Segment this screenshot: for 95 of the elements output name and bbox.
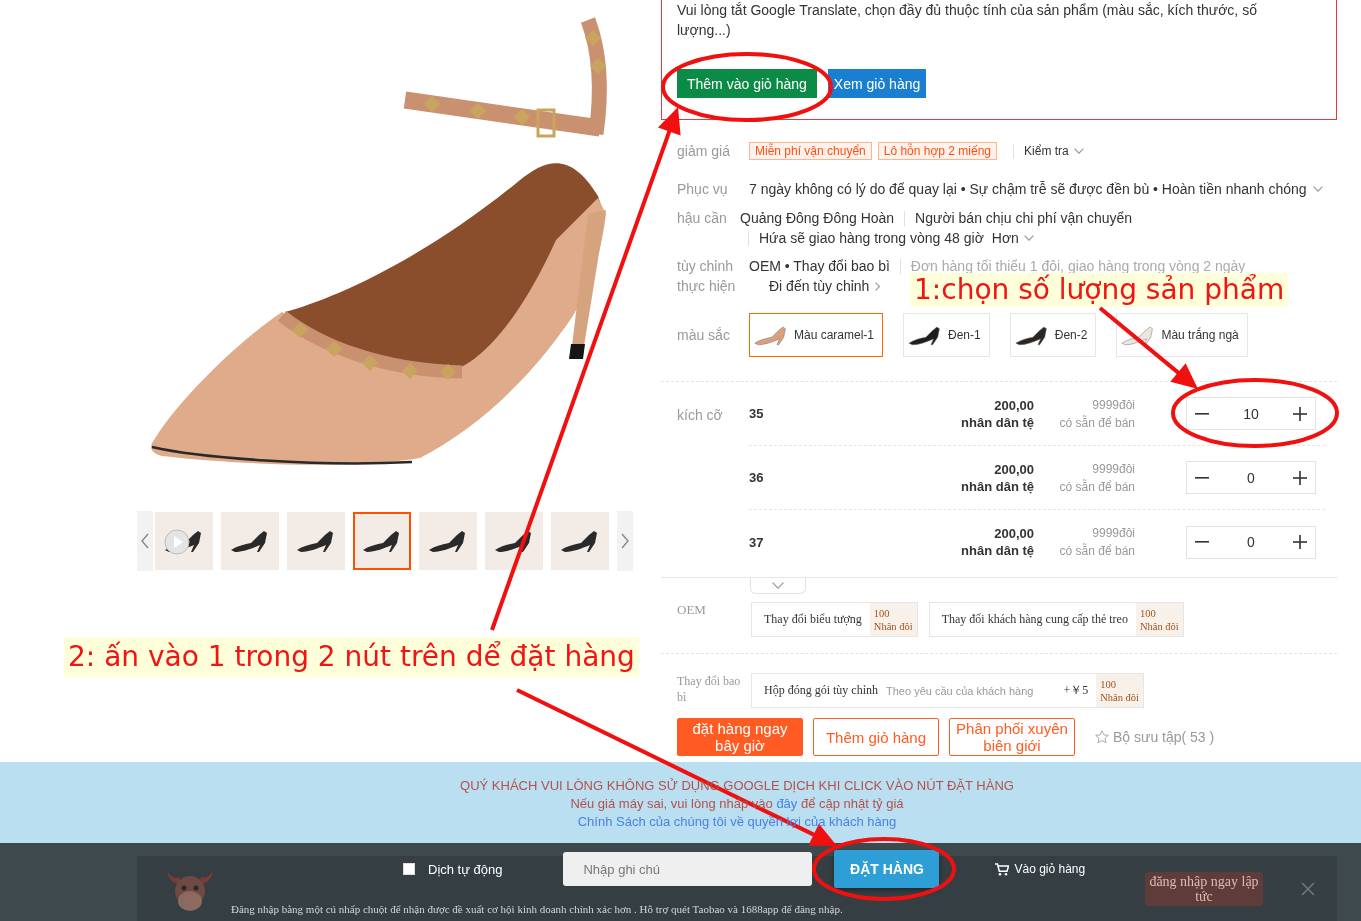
option-name: Thay đổi biểu tượng bbox=[763, 612, 863, 627]
login-message: Đăng nhập bằng một cú nhấp chuột để nhận được đề xuất cơ hội kinh doanh chính xác hơn . Hỗ trợ quét Taobao và 1688app để đăng nhập. bbox=[231, 902, 844, 917]
color-option[interactable]: Màu caramel-1 bbox=[749, 313, 884, 357]
chevron-down-icon bbox=[772, 582, 784, 589]
field-label: OEM bbox=[677, 602, 707, 619]
field-label: kích cỡ bbox=[677, 406, 724, 425]
thumbnail[interactable] bbox=[419, 512, 477, 570]
packaging-option[interactable]: Hộp đóng gói tùy chỉnh Theo yêu cầu của khách hàng +￥5 100 Nhân đôi bbox=[751, 673, 1144, 708]
chevron-down-icon bbox=[1312, 186, 1323, 192]
badge-unit: Nhân đôi bbox=[1100, 690, 1139, 704]
currency-text: nhân dân tệ bbox=[961, 477, 1034, 495]
badge-quantity: 100 bbox=[1100, 677, 1117, 691]
badge-quantity: 100 bbox=[1139, 606, 1157, 620]
plus-icon bbox=[1293, 470, 1307, 485]
minus-icon bbox=[1195, 476, 1209, 479]
thumbnail[interactable] bbox=[551, 512, 609, 570]
option-note: Theo yêu cầu của khách hàng bbox=[886, 684, 1034, 697]
size-value: 35 bbox=[749, 406, 765, 421]
badge-unit: Nhân đôi bbox=[873, 619, 913, 633]
currency-text: nhân dân tệ bbox=[961, 413, 1034, 431]
chevron-down-icon bbox=[1023, 235, 1034, 241]
customization-link[interactable]: Đi đến tùy chỉnh bbox=[769, 276, 881, 296]
view-cart-button[interactable]: Xem giỏ hàng bbox=[827, 69, 927, 98]
stock-note: có sẵn để bán bbox=[1059, 478, 1135, 496]
size-value: 37 bbox=[749, 534, 765, 550]
check-dropdown[interactable]: Kiểm tra bbox=[1024, 144, 1084, 158]
service-text: 7 ngày không có lý do để quay lại • Sự chậm trễ sẽ được đền bù • Hoàn tiền nhanh chóng bbox=[749, 180, 1307, 199]
auto-translate-checkbox[interactable] bbox=[403, 863, 415, 875]
shoe-icon bbox=[296, 529, 336, 553]
thumbnail[interactable] bbox=[221, 512, 279, 570]
thumbnail[interactable] bbox=[287, 512, 345, 570]
field-label: màu sắc bbox=[677, 326, 731, 345]
price-value: 200,00 bbox=[994, 396, 1034, 414]
thumbnail[interactable] bbox=[353, 512, 411, 570]
option-price: +￥5 bbox=[1063, 682, 1089, 699]
stock-note: có sẵn để bán bbox=[1059, 414, 1135, 432]
stock-count: 9999đôi bbox=[1092, 396, 1135, 414]
color-option[interactable]: Màu trắng ngà bbox=[1116, 313, 1248, 357]
shoe-icon bbox=[230, 529, 270, 553]
shipping-fee-text: Người bán chịu chi phí vận chuyển bbox=[915, 209, 1133, 228]
color-option[interactable]: Đen-2 bbox=[1009, 313, 1097, 357]
thumbnail[interactable] bbox=[485, 512, 543, 570]
annotation-note: 2: ấn vào 1 trong 2 nút trên dể đặt hàng bbox=[64, 637, 639, 677]
thumbnail[interactable] bbox=[155, 512, 213, 570]
promo-tag: Lô hỗn hợp 2 miếng bbox=[877, 142, 998, 160]
cart-icon bbox=[995, 862, 1010, 876]
quantity-stepper[interactable]: 0 bbox=[1186, 461, 1316, 494]
chevron-down-icon bbox=[1073, 148, 1084, 154]
delivery-promise-text: Hứa sẽ giao hàng trong vòng 48 giờ bbox=[759, 229, 984, 248]
size-value: 36 bbox=[749, 470, 765, 485]
shoe-icon bbox=[428, 529, 468, 553]
checkbox-label: Dịch tự động bbox=[428, 861, 503, 877]
play-icon bbox=[164, 529, 190, 555]
customization-options: OEM • Thay đổi bao bì bbox=[749, 256, 890, 276]
plus-icon bbox=[1293, 535, 1307, 549]
oem-option[interactable]: Thay đổi khách hàng cung cấp thẻ treo 100 Nhân đôi bbox=[928, 602, 1184, 637]
chevron-left-icon bbox=[141, 533, 149, 549]
option-name: Thay đổi khách hàng cung cấp thẻ treo bbox=[940, 612, 1129, 627]
star-icon bbox=[1095, 730, 1109, 744]
field-label: tùy chỉnh thực hiện bbox=[677, 257, 737, 296]
oem-option[interactable]: Thay đổi biểu tượng 100 Nhân đôi bbox=[751, 602, 918, 637]
option-name: Hộp đóng gói tùy chỉnh bbox=[763, 683, 879, 698]
stock-count: 9999đôi bbox=[1092, 460, 1135, 478]
quantity-stepper[interactable]: 0 bbox=[1186, 525, 1316, 559]
plus-icon bbox=[1293, 406, 1307, 421]
stock-note: có sẵn để bán bbox=[1059, 542, 1135, 560]
notice-text: Vui lòng tắt Google Translate, chọn đầy đủ thuộc tính của sản phẩm (màu sắc, kích thước, số lượng...) bbox=[677, 1, 1258, 40]
rate-notice: Nếu giá máy sai, vui lòng nhấp vào đây để cập nhật tỷ giá bbox=[569, 795, 905, 812]
promo-tag: Miễn phí vận chuyển bbox=[749, 142, 872, 160]
quantity-stepper[interactable]: 10 bbox=[1186, 397, 1316, 430]
note-input[interactable]: Nhập ghi chú bbox=[563, 852, 813, 886]
annotation-note: 1:chọn số lượng sản phẩm bbox=[910, 273, 1289, 307]
stock-count: 9999đôi bbox=[1092, 525, 1135, 542]
price-value: 200,00 bbox=[994, 525, 1034, 542]
field-label: Phục vụ bbox=[677, 180, 729, 199]
field-label: giảm giá bbox=[677, 142, 731, 161]
badge-quantity: 100 bbox=[873, 606, 891, 620]
customization-note: Đơn hàng tối thiểu 1 đôi, giao hàng trong vòng 2 ngày bbox=[910, 257, 1246, 274]
field-label: Thay đổi bao bì bbox=[677, 673, 742, 706]
login-button[interactable]: đăng nhập ngay lập tức bbox=[1145, 871, 1263, 906]
add-to-cart-button[interactable]: Thêm vào giỏ hàng bbox=[677, 69, 817, 98]
currency-text: nhân dân tệ bbox=[961, 542, 1034, 559]
more-dropdown[interactable]: Hơn bbox=[991, 230, 1034, 246]
chevron-right-icon bbox=[621, 533, 629, 549]
shoe-icon bbox=[362, 529, 402, 553]
cart-link[interactable]: Vào giỏ hàng bbox=[995, 862, 1086, 876]
chevron-right-icon bbox=[875, 281, 881, 291]
price-value: 200,00 bbox=[994, 460, 1034, 478]
badge-unit: Nhân đôi bbox=[1139, 619, 1179, 633]
color-option[interactable]: Đen-1 bbox=[903, 313, 990, 357]
shoe-icon bbox=[560, 529, 600, 553]
origin-text: Quảng Đông Đông Hoàn bbox=[740, 209, 895, 228]
shoe-icon bbox=[494, 529, 534, 553]
minus-icon bbox=[1195, 412, 1209, 415]
minus-icon bbox=[1195, 541, 1209, 543]
